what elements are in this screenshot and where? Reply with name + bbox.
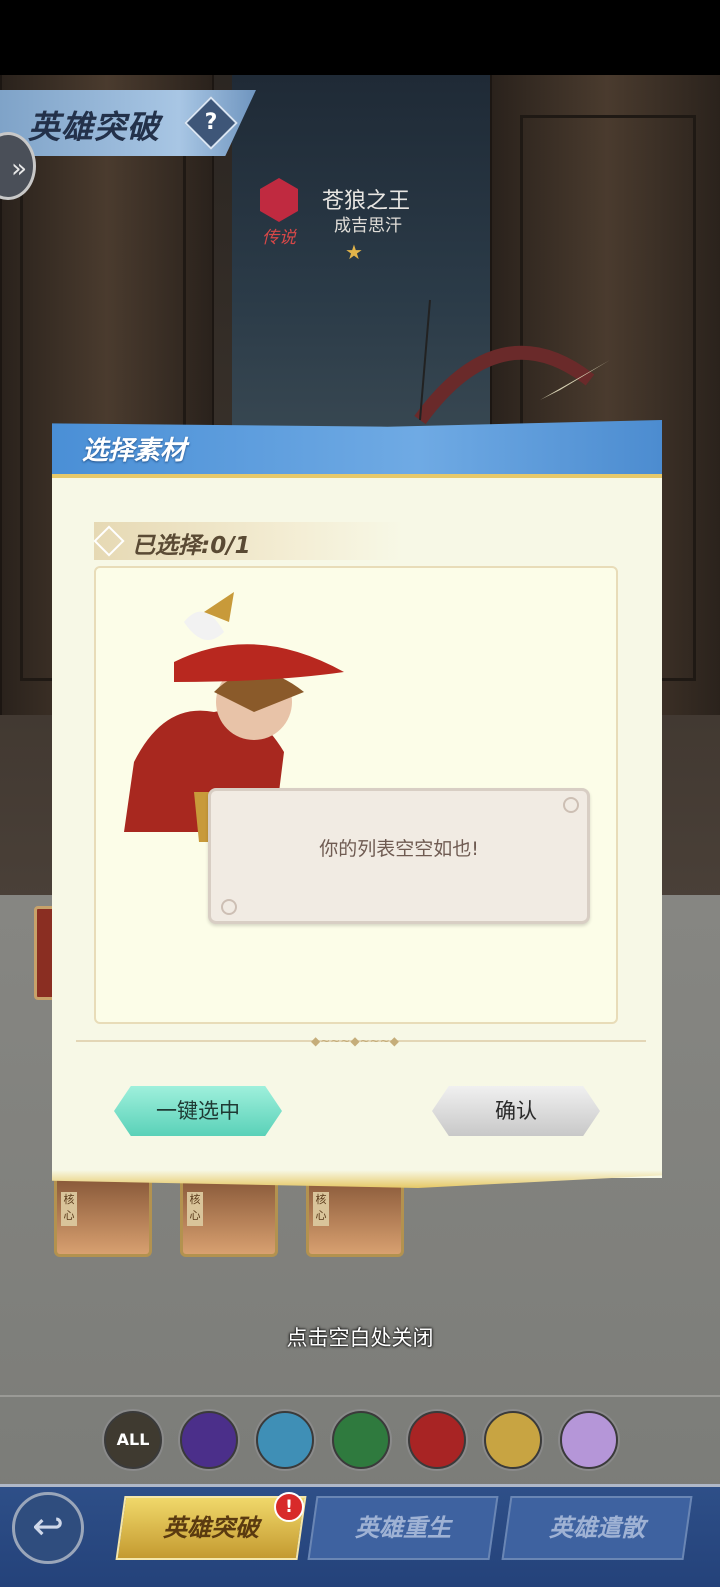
core-tag: 核心 [187,1192,203,1226]
empty-message: 你的列表空空如也! [319,838,479,860]
modal-title: 选择素材 [82,436,187,466]
material-card[interactable]: 核心 [54,1180,152,1257]
material-card[interactable]: 核心 [306,1180,404,1257]
violet-faction-icon[interactable] [560,1411,618,1469]
page-title: 英雄突破 [28,108,161,146]
close-hint[interactable]: 点击空白处关闭 [0,1322,720,1352]
material-card[interactable]: 核心 [180,1180,278,1257]
rarity-label: 传说 [262,228,296,248]
divider-ornament: ◆~~~◆~~~◆ [310,1034,399,1048]
confirm-button[interactable]: 确认 [432,1086,600,1136]
red-faction-icon[interactable] [408,1411,466,1469]
tab-hero-rebirth[interactable]: 英雄重生 [307,1496,499,1560]
hero-name: 成吉思汗 [334,216,402,236]
modal-header-edge [52,474,662,478]
floor-line [0,1395,720,1397]
tab-label: 英雄遣散 [549,1514,645,1542]
corner-ornament [221,899,237,915]
notification-badge: ! [274,1492,304,1522]
star-icon: ★ [345,240,363,264]
core-tag: 核心 [313,1192,329,1226]
tab-label: 英雄重生 [355,1514,451,1542]
select-all-button[interactable]: 一键选中 [114,1086,282,1136]
selected-count: 已选择:0/1 [132,533,251,559]
bow-illustration [414,299,610,425]
all-filter-icon[interactable]: ALL [104,1411,162,1469]
faction-filter-bar: ALL [100,1405,620,1469]
ice-faction-icon[interactable] [256,1411,314,1469]
tab-hero-dismiss[interactable]: 英雄遣散 [501,1496,693,1560]
gold-faction-icon[interactable] [484,1411,542,1469]
back-arrow-icon[interactable]: ↩ [12,1492,84,1564]
purple-faction-icon[interactable] [180,1411,238,1469]
core-tag: 核心 [61,1192,77,1226]
green-faction-icon[interactable] [332,1411,390,1469]
question-icon[interactable]: ? [192,104,230,142]
corner-ornament [563,797,579,813]
